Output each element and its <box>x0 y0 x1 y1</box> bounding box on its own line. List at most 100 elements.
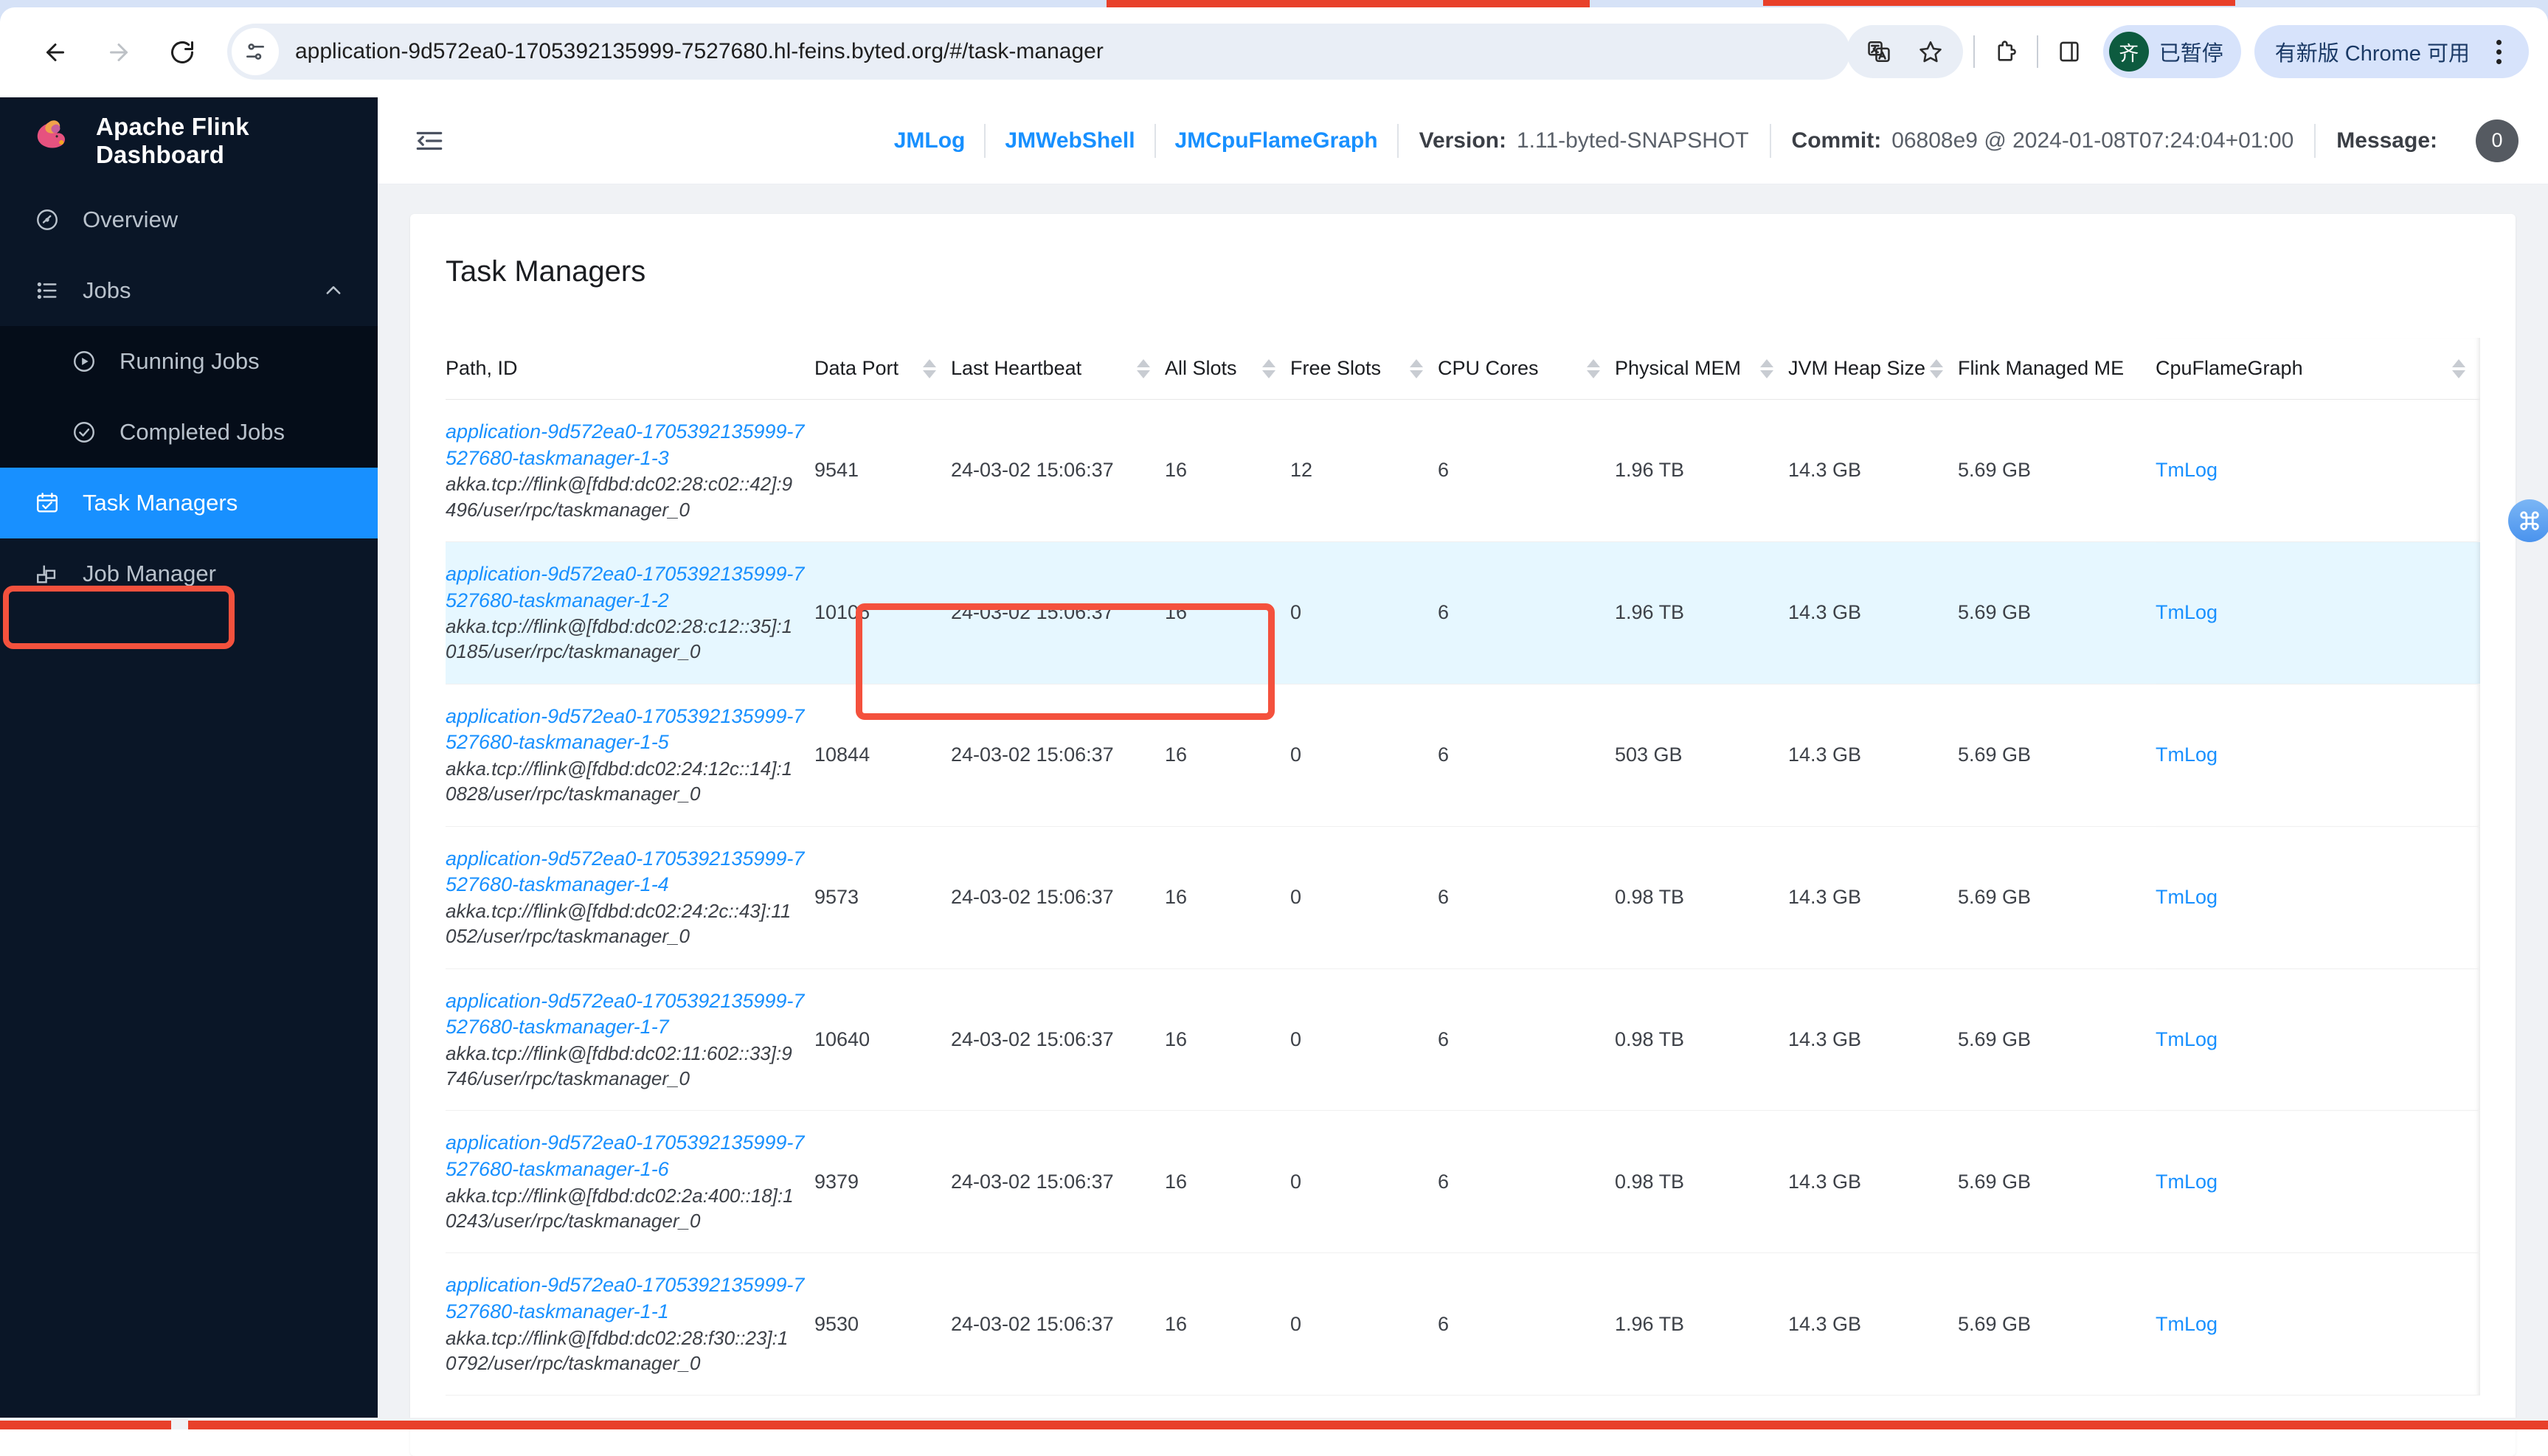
table-row[interactable]: application-9d572ea0-1705392135999-75276… <box>446 541 2480 684</box>
address-bar[interactable]: application-9d572ea0-1705392135999-75276… <box>227 24 1850 80</box>
commit-key: Commit: <box>1791 128 1882 153</box>
extensions-icon[interactable] <box>1985 31 2026 72</box>
table-row[interactable]: application-9d572ea0-1705392135999-75276… <box>446 826 2480 969</box>
sort-icon[interactable] <box>1760 358 1773 378</box>
taskmanager-id-link[interactable]: application-9d572ea0-1705392135999-75276… <box>446 847 804 896</box>
cell-all-slots: 16 <box>1165 399 1290 542</box>
cell-all-slots: 16 <box>1165 1252 1290 1396</box>
col-free-slots[interactable]: Free Slots <box>1290 338 1438 400</box>
sidebar-item-job-manager[interactable]: Job Manager <box>0 538 378 609</box>
taskmanager-id-link[interactable]: application-9d572ea0-1705392135999-75276… <box>446 1131 804 1180</box>
cell-flink-managed-mem: 5.69 GB <box>1958 1110 2156 1254</box>
tmlog-link[interactable]: TmLog <box>2156 459 2218 481</box>
version-key: Version: <box>1419 128 1506 153</box>
cell-jvm-heap-size: 14.3 GB <box>1788 968 1958 1112</box>
cell-all-slots: 16 <box>1165 1110 1290 1254</box>
header-info-group: JMLog JMWebShell JMCpuFlameGraph Version… <box>875 97 2548 184</box>
table-body: application-9d572ea0-1705392135999-75276… <box>446 399 2480 1396</box>
update-label: 有新版 Chrome 可用 <box>2274 42 2470 66</box>
forward-arrow-icon[interactable] <box>96 30 142 75</box>
col-cpu-flame-graph[interactable]: CpuFlameGraph <box>2156 338 2480 400</box>
col-path-id[interactable]: Path, ID <box>446 338 814 400</box>
cell-data-port: 9541 <box>814 399 951 542</box>
sidebar-item-label: Job Manager <box>83 561 216 586</box>
chrome-update-button[interactable]: 有新版 Chrome 可用 <box>2254 25 2529 78</box>
translate-icon[interactable] <box>1858 31 1900 72</box>
brand: Apache Flink Dashboard <box>0 97 378 184</box>
taskmanager-id-link[interactable]: application-9d572ea0-1705392135999-75276… <box>446 563 804 611</box>
jmcpuflamegraph-link[interactable]: JMCpuFlameGraph <box>1156 128 1397 153</box>
play-circle-icon <box>71 348 97 375</box>
sort-icon[interactable] <box>2452 358 2465 378</box>
jmlog-link[interactable]: JMLog <box>875 128 985 153</box>
cell-last-heartbeat: 24-03-02 15:06:37 <box>951 684 1165 827</box>
sidebar-item-label: Overview <box>83 207 179 232</box>
version-value: 1.11-byted-SNAPSHOT <box>1516 128 1749 153</box>
col-data-port[interactable]: Data Port <box>814 338 951 400</box>
taskmanager-id-link[interactable]: application-9d572ea0-1705392135999-75276… <box>446 420 804 469</box>
col-jvm-heap-size[interactable]: JVM Heap Size <box>1788 338 1958 400</box>
sort-icon[interactable] <box>923 358 936 378</box>
col-last-heartbeat[interactable]: Last Heartbeat <box>951 338 1165 400</box>
tmlog-link[interactable]: TmLog <box>2156 886 2218 908</box>
taskmanager-akka-path: akka.tcp://flink@[fdbd:dc02:24:12c::14]:… <box>446 758 793 805</box>
back-arrow-icon[interactable] <box>32 30 78 75</box>
sort-icon[interactable] <box>1137 358 1150 378</box>
col-label: Last Heartbeat <box>951 357 1082 379</box>
sidebar-item-task-managers[interactable]: Task Managers <box>0 468 378 538</box>
tmlog-link[interactable]: TmLog <box>2156 743 2218 766</box>
chevron-up-icon[interactable] <box>323 280 344 301</box>
profile-button[interactable]: 齐 已暂停 <box>2102 25 2241 78</box>
sidebar: Apache Flink Dashboard Overview Jobs Run… <box>0 97 378 1418</box>
tmlog-link[interactable]: TmLog <box>2156 1028 2218 1050</box>
cell-jvm-heap-size: 14.3 GB <box>1788 684 1958 827</box>
table-row[interactable]: application-9d572ea0-1705392135999-75276… <box>446 1252 2480 1396</box>
toolbar-divider <box>1973 35 1975 68</box>
sort-icon[interactable] <box>1587 358 1600 378</box>
col-all-slots[interactable]: All Slots <box>1165 338 1290 400</box>
side-panel-icon[interactable] <box>2049 31 2090 72</box>
sort-icon[interactable] <box>1930 358 1943 378</box>
col-flink-managed-mem[interactable]: Flink Managed ME <box>1958 338 2156 400</box>
sort-icon[interactable] <box>1262 358 1275 378</box>
taskmanager-id-link[interactable]: application-9d572ea0-1705392135999-75276… <box>446 990 804 1039</box>
tmlog-link[interactable]: TmLog <box>2156 601 2218 623</box>
blocks-icon <box>34 561 60 587</box>
kebab-menu-icon[interactable] <box>2480 31 2517 72</box>
cell-cpu-flame-graph: TmLog <box>2156 541 2480 684</box>
table-row[interactable]: application-9d572ea0-1705392135999-75276… <box>446 684 2480 827</box>
cell-free-slots: 0 <box>1290 968 1438 1112</box>
col-physical-mem[interactable]: Physical MEM <box>1615 338 1788 400</box>
sort-icon[interactable] <box>1410 358 1423 378</box>
cell-free-slots: 0 <box>1290 826 1438 969</box>
cell-cpu-flame-graph: TmLog <box>2156 684 2480 827</box>
cell-physical-mem: 503 GB <box>1615 684 1788 827</box>
reload-icon[interactable] <box>159 30 205 75</box>
sidebar-subgroup-jobs: Running Jobs Completed Jobs <box>0 326 378 468</box>
sidebar-item-completed-jobs[interactable]: Completed Jobs <box>0 397 378 468</box>
tmlog-link[interactable]: TmLog <box>2156 1171 2218 1193</box>
command-key-icon[interactable] <box>2508 499 2548 542</box>
col-label: Flink Managed ME <box>1958 357 2125 379</box>
taskmanager-id-link[interactable]: application-9d572ea0-1705392135999-75276… <box>446 705 804 754</box>
star-icon[interactable] <box>1910 31 1951 72</box>
table-row[interactable]: application-9d572ea0-1705392135999-75276… <box>446 968 2480 1112</box>
sidebar-item-jobs[interactable]: Jobs <box>0 255 378 326</box>
page-title: Task Managers <box>446 255 646 288</box>
cell-cpu-cores: 6 <box>1438 826 1615 969</box>
col-cpu-cores[interactable]: CPU Cores <box>1438 338 1615 400</box>
menu-collapse-icon[interactable] <box>410 122 449 160</box>
sidebar-item-overview[interactable]: Overview <box>0 184 378 255</box>
sidebar-item-running-jobs[interactable]: Running Jobs <box>0 326 378 397</box>
cell-cpu-cores: 6 <box>1438 541 1615 684</box>
taskmanager-id-link[interactable]: application-9d572ea0-1705392135999-75276… <box>446 1274 804 1322</box>
message-count-badge[interactable]: 0 <box>2476 119 2518 162</box>
tmlog-link[interactable]: TmLog <box>2156 1313 2218 1335</box>
site-settings-icon[interactable] <box>232 28 279 75</box>
cell-last-heartbeat: 24-03-02 15:06:37 <box>951 968 1165 1112</box>
table-row[interactable]: application-9d572ea0-1705392135999-75276… <box>446 399 2480 542</box>
table-row[interactable]: application-9d572ea0-1705392135999-75276… <box>446 1110 2480 1254</box>
jmwebshell-link[interactable]: JMWebShell <box>986 128 1154 153</box>
cell-all-slots: 16 <box>1165 826 1290 969</box>
cell-data-port: 10844 <box>814 684 951 827</box>
